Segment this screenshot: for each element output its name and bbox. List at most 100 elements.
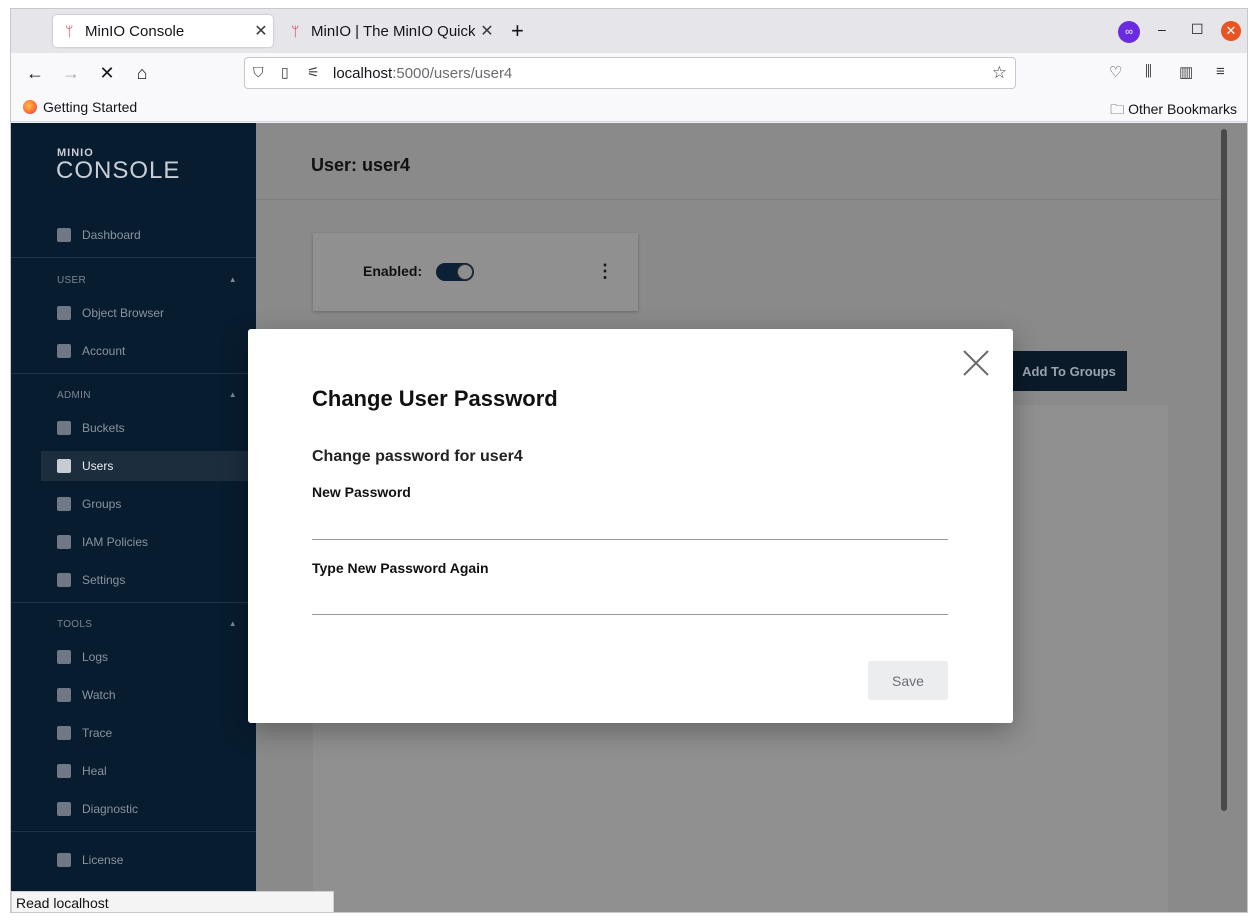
sidebar-item-object-browser[interactable]: Object Browser bbox=[41, 298, 256, 328]
page-content: MINIO CONSOLE Dashboard USER ▲ Object Bro… bbox=[11, 123, 1247, 912]
page-title: User: user4 bbox=[311, 155, 411, 175]
dashboard-icon bbox=[57, 228, 71, 242]
bookmark-label: Getting Started bbox=[43, 99, 138, 115]
file-icon bbox=[57, 306, 71, 320]
maximize-icon[interactable]: ☐ bbox=[1191, 21, 1204, 38]
sidebar-item-logs[interactable]: Logs bbox=[41, 642, 256, 672]
enabled-toggle[interactable] bbox=[436, 263, 474, 281]
url-text[interactable]: localhost:5000/users/user4 bbox=[333, 65, 512, 82]
url-bar[interactable]: ⛉ ▯ ⚟ localhost:5000/users/user4 ☆ bbox=[244, 57, 1016, 89]
new-tab-button[interactable]: + bbox=[511, 19, 524, 43]
minio-favicon-icon: ᛘ bbox=[291, 23, 300, 39]
page-header: User: user4 bbox=[256, 123, 1226, 200]
sidebar-item-label: Groups bbox=[82, 497, 122, 511]
pocket-icon[interactable]: ♡ bbox=[1109, 63, 1122, 81]
add-to-groups-button[interactable]: Add To Groups bbox=[1011, 351, 1127, 391]
forward-icon[interactable]: → bbox=[59, 61, 83, 85]
sidebar-header-user[interactable]: USER ▲ bbox=[57, 275, 237, 286]
status-bar: Read localhost bbox=[11, 891, 334, 912]
firefox-icon bbox=[23, 100, 37, 114]
tab-title: MinIO | The MinIO Quicks bbox=[311, 22, 475, 40]
library-icon[interactable]: ⫼ bbox=[1145, 63, 1152, 80]
sidebar-item-label: Settings bbox=[82, 573, 126, 587]
more-options-icon[interactable]: ⋮ bbox=[596, 261, 614, 281]
tab-minio-quickstart[interactable]: ᛘ MinIO | The MinIO Quicks ✕ bbox=[279, 15, 499, 47]
sidebar-item-account[interactable]: Account bbox=[41, 336, 256, 366]
close-tab-icon[interactable]: ✕ bbox=[249, 21, 273, 41]
sidebar-item-iam-policies[interactable]: IAM Policies bbox=[41, 527, 256, 557]
close-icon[interactable] bbox=[960, 347, 992, 379]
sidebar-item-trace[interactable]: Trace bbox=[41, 718, 256, 748]
sidebar-item-label: Diagnostic bbox=[82, 802, 139, 816]
bookmark-getting-started[interactable]: Getting Started bbox=[23, 99, 137, 115]
account-icon bbox=[57, 344, 71, 358]
page-scrollbar[interactable] bbox=[1221, 129, 1227, 811]
private-mask-icon[interactable]: ∞ bbox=[1118, 21, 1140, 43]
tab-strip: ᛘ MinIO Console ✕ ᛘ MinIO | The MinIO Qu… bbox=[11, 9, 1247, 53]
sidebar-item-label: Trace bbox=[82, 726, 113, 740]
sidebar-item-label: Heal bbox=[82, 764, 107, 778]
menu-icon[interactable]: ≡ bbox=[1216, 63, 1225, 80]
sidebar-item-label: Watch bbox=[82, 688, 116, 702]
new-password-field[interactable] bbox=[312, 514, 948, 540]
repeat-password-label: Type New Password Again bbox=[312, 560, 489, 576]
other-bookmarks[interactable]: 🗀 Other Bookmarks bbox=[1110, 99, 1237, 123]
sidebar-item-watch[interactable]: Watch bbox=[41, 680, 256, 710]
home-icon[interactable]: ⌂ bbox=[130, 61, 154, 85]
sidebar-header-admin[interactable]: ADMIN ▲ bbox=[57, 390, 237, 401]
sidebar-item-users[interactable]: Users bbox=[41, 451, 256, 481]
sidebar-divider bbox=[11, 257, 256, 258]
sidebar-item-label: Buckets bbox=[82, 421, 125, 435]
sidebar-item-dashboard[interactable]: Dashboard bbox=[41, 220, 256, 250]
minio-favicon-icon: ᛘ bbox=[65, 23, 74, 39]
minimize-icon[interactable]: – bbox=[1158, 21, 1166, 37]
dialog-subtitle: Change password for user4 bbox=[312, 448, 523, 465]
tab-minio-console[interactable]: ᛘ MinIO Console ✕ bbox=[53, 15, 273, 47]
sidebar-item-settings[interactable]: Settings bbox=[41, 565, 256, 595]
permissions-icon[interactable]: ⚟ bbox=[307, 64, 320, 81]
sidebar-item-label: Account bbox=[82, 344, 126, 358]
bookmark-icon bbox=[57, 535, 71, 549]
sidebar-item-license[interactable]: License bbox=[41, 845, 256, 875]
save-button[interactable]: Save bbox=[868, 661, 948, 700]
sidebar-item-groups[interactable]: Groups bbox=[41, 489, 256, 519]
collapse-icon: ▲ bbox=[228, 390, 237, 399]
settings-icon bbox=[57, 573, 71, 587]
enabled-label: Enabled: bbox=[363, 263, 423, 279]
sidebar-item-buckets[interactable]: Buckets bbox=[41, 413, 256, 443]
close-tab-icon[interactable]: ✕ bbox=[475, 21, 499, 41]
sidebar-item-label: Object Browser bbox=[82, 306, 165, 320]
new-password-label: New Password bbox=[312, 484, 411, 500]
groups-icon bbox=[57, 497, 71, 511]
sidebar-divider bbox=[11, 831, 256, 832]
toggle-knob bbox=[457, 264, 473, 280]
logo-console: CONSOLE bbox=[56, 157, 181, 184]
page-icon[interactable]: ▯ bbox=[281, 64, 289, 81]
user-icon bbox=[57, 459, 71, 473]
sidebar-item-heal[interactable]: Heal bbox=[41, 756, 256, 786]
sidebar-divider bbox=[11, 373, 256, 374]
window-close-icon[interactable]: ✕ bbox=[1221, 21, 1241, 41]
sidebar-header-tools[interactable]: TOOLS ▲ bbox=[57, 619, 237, 630]
nav-bar: ← → ✕ ⌂ ⛉ ▯ ⚟ localhost:5000/users/user4… bbox=[11, 53, 1247, 93]
stop-loading-icon[interactable]: ✕ bbox=[95, 61, 119, 85]
sidebar: MINIO CONSOLE Dashboard USER ▲ Object Bro… bbox=[11, 123, 256, 912]
sidebar-item-label: License bbox=[82, 853, 124, 867]
bucket-icon bbox=[57, 421, 71, 435]
sidebar-item-label: IAM Policies bbox=[82, 535, 149, 549]
watch-icon bbox=[57, 688, 71, 702]
folder-icon: 🗀 bbox=[1110, 101, 1129, 117]
shield-icon[interactable]: ⛉ bbox=[253, 64, 264, 81]
collapse-icon: ▲ bbox=[228, 619, 237, 628]
repeat-password-field[interactable] bbox=[312, 589, 948, 615]
back-icon[interactable]: ← bbox=[23, 61, 47, 85]
trace-icon bbox=[57, 726, 71, 740]
sidebar-item-label: Users bbox=[82, 459, 114, 473]
other-bookmarks-label: Other Bookmarks bbox=[1128, 101, 1237, 117]
logs-icon bbox=[57, 650, 71, 664]
sidebar-toggle-icon[interactable]: ▥ bbox=[1179, 63, 1193, 81]
change-password-dialog: Change User Password Change password for… bbox=[248, 329, 1013, 723]
sidebar-item-diagnostic[interactable]: Diagnostic bbox=[41, 794, 256, 824]
diagnostic-icon bbox=[57, 802, 71, 816]
bookmark-star-icon[interactable]: ☆ bbox=[992, 63, 1007, 83]
